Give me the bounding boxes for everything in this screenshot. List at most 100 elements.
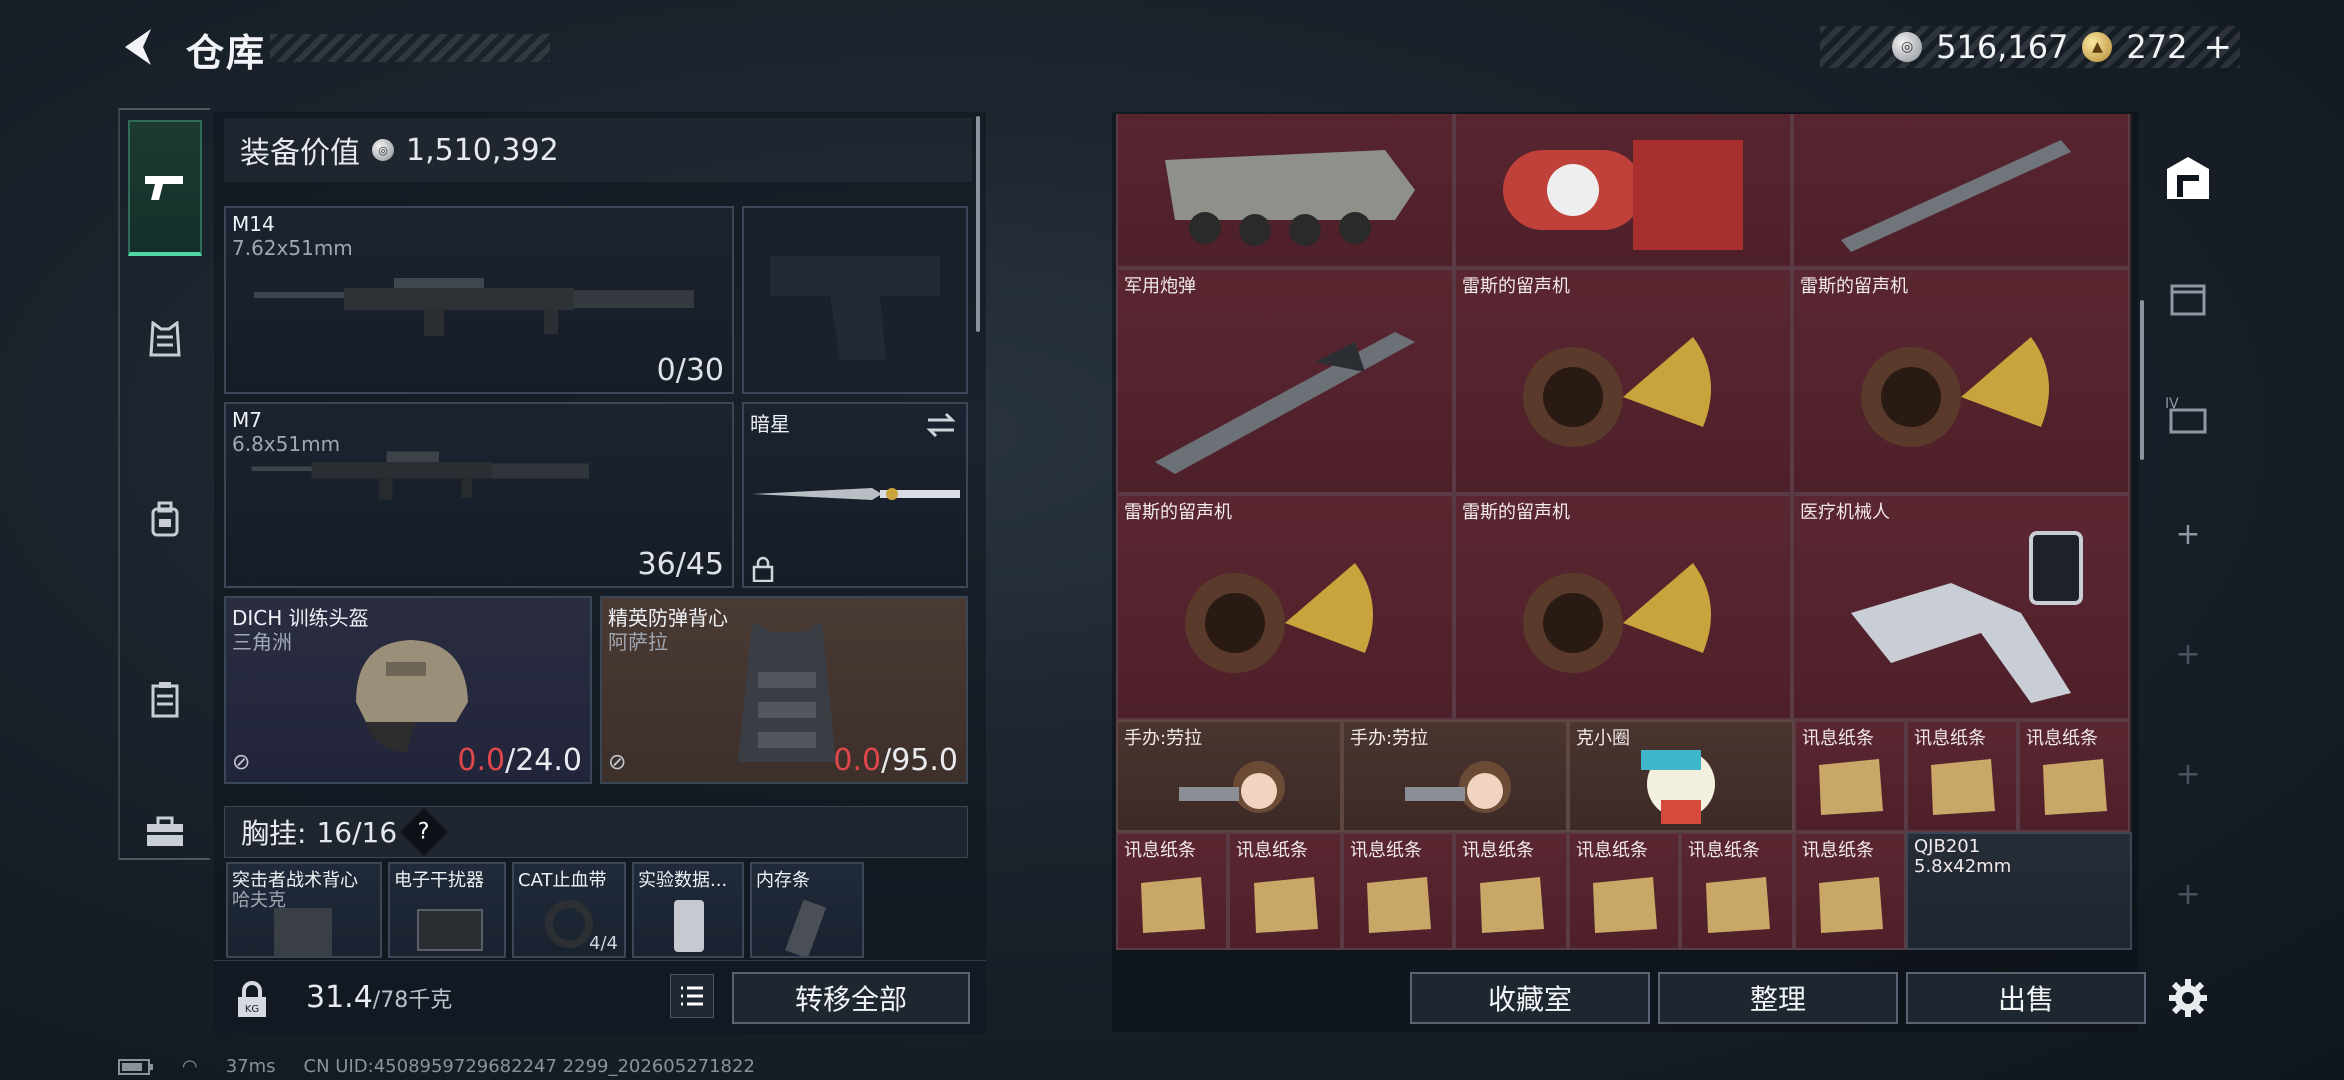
armor-durability: 0.0/95.0 <box>833 743 958 778</box>
add-stash-tab-icon[interactable]: + <box>2162 868 2214 920</box>
chest-item-slot[interactable]: 电子干扰器 <box>388 862 506 958</box>
melee-slot[interactable]: 暗星 <box>742 402 968 588</box>
chest-item-slot[interactable]: 内存条 <box>750 862 864 958</box>
help-button[interactable]: ? <box>400 807 449 857</box>
tab-stash-2[interactable] <box>2162 272 2214 324</box>
folder-stash-icon <box>2170 284 2206 316</box>
title-decoration <box>270 34 550 62</box>
add-stash-tab-icon[interactable]: + <box>2162 748 2214 800</box>
ammo-count: 36/45 <box>637 547 724 582</box>
stash-item-medical-robot[interactable]: 医疗机械人 <box>1792 494 2130 720</box>
equipment-value-bar: 装备价值 ◎ 1,510,392 <box>224 118 972 182</box>
medical-robot-image <box>1851 531 2083 704</box>
settings-gear-icon[interactable] <box>2162 972 2214 1024</box>
stash-item-fuel-tank[interactable] <box>1454 114 1792 268</box>
primary-weapon-slot[interactable]: M14 7.62x51mm 0/30 <box>224 206 734 394</box>
stash-item-gramophone[interactable]: 雷斯的留声机 <box>1454 268 1792 494</box>
item-name: CAT止血带 <box>518 870 607 891</box>
paper-note-image <box>1706 876 1770 933</box>
stash-item-message-note[interactable]: 讯息纸条 <box>1228 832 1342 950</box>
weapon-name: M7 <box>232 408 262 432</box>
armor-vest-icon <box>149 321 181 357</box>
stash-item-message-note[interactable]: 讯息纸条 <box>2018 720 2130 832</box>
secondary-weapon-slot[interactable]: M7 6.8x51mm 36/45 <box>224 402 734 588</box>
stash-item-missile[interactable] <box>1792 114 2130 268</box>
stash-item-message-note[interactable]: 讯息纸条 <box>1794 832 1906 950</box>
stash-item-gramophone[interactable]: 雷斯的留声机 <box>1116 494 1454 720</box>
sell-button[interactable]: 出售 <box>1906 972 2146 1024</box>
chest-item-slot[interactable]: 突击者战术背心 哈夫克 <box>226 862 382 958</box>
add-stash-tab-icon[interactable]: + <box>2162 508 2214 560</box>
list-view-button[interactable] <box>670 974 714 1018</box>
equipment-scrollbar[interactable] <box>976 116 980 332</box>
armor-origin: 阿萨拉 <box>608 630 668 654</box>
lock-icon <box>752 556 774 582</box>
tab-main-stash[interactable] <box>2162 152 2214 204</box>
organize-button[interactable]: 整理 <box>1658 972 1898 1024</box>
gear-icon <box>2169 979 2207 1017</box>
nav-armor[interactable] <box>128 302 202 376</box>
item-label: 雷斯的留声机 <box>1124 502 1232 523</box>
swap-icon[interactable] <box>926 412 956 438</box>
paper-note-image <box>1254 876 1318 933</box>
chest-item-slot[interactable]: CAT止血带 4/4 <box>512 862 626 958</box>
item-caliber: 5.8x42mm <box>1914 856 2012 877</box>
stash-item-qjb201[interactable]: QJB201 5.8x42mm <box>1906 832 2132 950</box>
stash-iv-icon: IV <box>2165 396 2207 434</box>
svg-text:KG: KG <box>245 1004 259 1015</box>
add-stash-tab-icon[interactable]: + <box>2162 628 2214 680</box>
memory-stick-image <box>785 899 827 956</box>
stash-item-artillery-shell[interactable]: 军用炮弹 <box>1116 268 1454 494</box>
item-name: 内存条 <box>756 870 810 891</box>
stash-item-gramophone[interactable]: 雷斯的留声机 <box>1454 494 1792 720</box>
missile-image <box>1841 140 2071 252</box>
stash-item-ke-xiaoquan[interactable]: 克小圈 <box>1568 720 1794 832</box>
stash-item-message-note[interactable]: 讯息纸条 <box>1342 832 1454 950</box>
stash-scrollbar[interactable] <box>2140 300 2144 460</box>
stash-item-message-note[interactable]: 讯息纸条 <box>1568 832 1680 950</box>
knife-image <box>752 488 960 500</box>
ammo-count: 0/30 <box>656 353 724 388</box>
weight-readout: 31.4/78千克 <box>306 980 453 1015</box>
stash-item-message-note[interactable]: 讯息纸条 <box>1680 832 1794 950</box>
stash-item-message-note[interactable]: 讯息纸条 <box>1454 832 1568 950</box>
collection-room-button[interactable]: 收藏室 <box>1410 972 1650 1024</box>
nav-backpack[interactable] <box>128 482 202 556</box>
left-nav <box>118 108 210 860</box>
nav-weapons[interactable] <box>128 120 202 256</box>
rifle-image <box>251 451 589 500</box>
stash-item-figure[interactable]: 手办:劳拉 <box>1342 720 1568 832</box>
chest-item-slot[interactable]: 实验数据... <box>632 862 744 958</box>
armor-vest-image <box>738 622 836 762</box>
armor-slot[interactable]: 精英防弹背心 阿萨拉 ⊘ 0.0/95.0 <box>600 596 968 784</box>
item-label: 讯息纸条 <box>1124 840 1196 861</box>
item-count: 4/4 <box>589 933 618 954</box>
stash-item-message-note[interactable]: 讯息纸条 <box>1794 720 1906 832</box>
silver-currency-value: 516,167 <box>1936 28 2069 66</box>
silver-coin-icon: ◎ <box>372 139 394 161</box>
item-name: 电子干扰器 <box>394 870 484 891</box>
item-label: 讯息纸条 <box>2026 728 2098 749</box>
data-drive-image <box>674 900 704 952</box>
back-arrow-icon <box>125 29 151 65</box>
nav-briefcase[interactable] <box>128 812 202 852</box>
nav-chest-rig[interactable] <box>128 662 202 736</box>
currency-bar: ◎ 516,167 ▲ 272 + <box>1820 26 2240 68</box>
stash-item-gramophone[interactable]: 雷斯的留声机 <box>1792 268 2130 494</box>
add-currency-button[interactable]: + <box>2204 27 2233 67</box>
transfer-all-button[interactable]: 转移全部 <box>732 972 970 1024</box>
item-label: 雷斯的留声机 <box>1800 276 1908 297</box>
pistol-slot[interactable] <box>742 206 968 394</box>
stash-item-message-note[interactable]: 讯息纸条 <box>1906 720 2018 832</box>
figurine-image <box>1179 760 1285 813</box>
gold-coin-icon: ▲ <box>2082 32 2113 62</box>
chest-rig-count: 16/16 <box>316 815 398 849</box>
stash-item-message-note[interactable]: 讯息纸条 <box>1116 832 1228 950</box>
figurine-image <box>1405 760 1511 813</box>
stash-item-apc[interactable] <box>1116 114 1454 268</box>
tab-stash-iv[interactable]: IV <box>2162 388 2214 440</box>
back-button[interactable] <box>112 22 162 72</box>
helmet-slot[interactable]: DICH 训练头盔 三角洲 ⊘ 0.0/24.0 <box>224 596 592 784</box>
stash-item-figure[interactable]: 手办:劳拉 <box>1116 720 1342 832</box>
stash-grid: 军用炮弹 雷斯的留声机 雷斯的留声机 雷斯的留声机 雷斯的留声机 医疗机械人 手… <box>1116 114 2132 950</box>
